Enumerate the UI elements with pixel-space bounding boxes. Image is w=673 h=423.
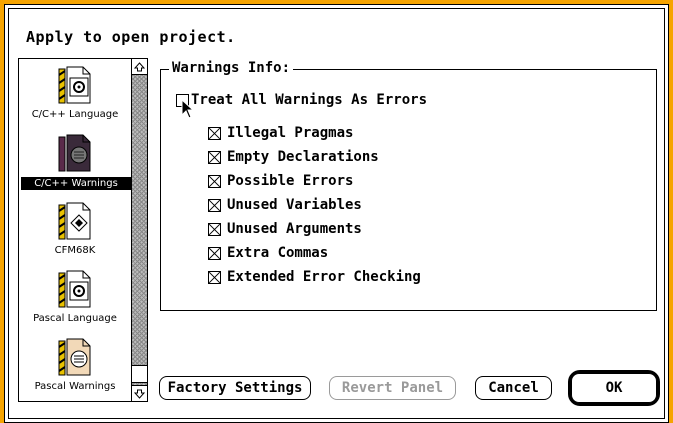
panel-item-label: C/C++ Language bbox=[31, 109, 119, 120]
dialog-heading: Apply to open project. bbox=[26, 28, 236, 46]
list-doc-icon bbox=[57, 337, 93, 377]
diamond-doc-icon bbox=[57, 201, 93, 241]
warnings-doc-icon bbox=[57, 133, 93, 173]
checkbox[interactable] bbox=[208, 246, 221, 260]
scroll-down-arrow-icon[interactable] bbox=[132, 385, 147, 401]
checkbox[interactable] bbox=[208, 174, 221, 188]
option-possible-errors[interactable]: Possible Errors bbox=[208, 173, 353, 189]
panel-item-label: CFM68K bbox=[54, 245, 96, 256]
mouse-pointer-icon bbox=[181, 98, 195, 119]
option-label: Treat All Warnings As Errors bbox=[191, 92, 428, 108]
option-label: Empty Declarations bbox=[227, 149, 379, 165]
option-label: Unused Arguments bbox=[227, 221, 362, 237]
checkbox[interactable] bbox=[208, 126, 221, 140]
option-unused-arguments[interactable]: Unused Arguments bbox=[208, 221, 362, 237]
option-label: Possible Errors bbox=[227, 173, 354, 189]
scroll-up-arrow-icon[interactable] bbox=[132, 59, 147, 75]
checkbox[interactable] bbox=[208, 198, 221, 212]
group-title: Warnings Info: bbox=[169, 60, 294, 76]
checkbox[interactable] bbox=[208, 270, 221, 284]
scroll-thumb[interactable] bbox=[132, 365, 147, 383]
revert-panel-button[interactable]: Revert Panel bbox=[329, 376, 456, 400]
option-extra-commas[interactable]: Extra Commas bbox=[208, 245, 328, 261]
option-label: Extra Commas bbox=[227, 245, 329, 261]
option-label: Unused Variables bbox=[227, 197, 362, 213]
option-unused-variables[interactable]: Unused Variables bbox=[208, 197, 362, 213]
option-label: Illegal Pragmas bbox=[227, 125, 354, 141]
ok-button-default-ring: OK bbox=[568, 370, 660, 406]
panel-item-label: Pascal Language bbox=[33, 313, 117, 324]
cancel-button[interactable]: Cancel bbox=[475, 376, 552, 400]
option-illegal-pragmas[interactable]: Illegal Pragmas bbox=[208, 125, 353, 141]
panel-item-cfm68k[interactable]: CFM68K bbox=[19, 197, 131, 267]
panel-item-cpp-warnings[interactable]: C/C++ Warnings bbox=[19, 129, 131, 199]
option-label: Extended Error Checking bbox=[227, 269, 421, 285]
treat-all-warnings-option[interactable]: Treat All Warnings As Errors bbox=[176, 92, 427, 108]
checkbox[interactable] bbox=[208, 150, 221, 164]
panel-item-cpp-language[interactable]: C/C++ Language bbox=[19, 61, 131, 131]
panel-item-pascal-warnings[interactable]: Pascal Warnings bbox=[19, 333, 131, 401]
ok-button[interactable]: OK bbox=[571, 373, 657, 403]
gear-doc-icon bbox=[57, 269, 93, 309]
panel-list-scrollbar[interactable] bbox=[131, 59, 147, 401]
panel-item-label: Pascal Warnings bbox=[34, 381, 116, 392]
panel-list: C/C++ Language C/C++ Warnings CFM68K Pas… bbox=[18, 58, 148, 402]
option-extended-error-checking[interactable]: Extended Error Checking bbox=[208, 269, 421, 285]
panel-item-label: C/C++ Warnings bbox=[21, 177, 131, 190]
gear-doc-icon bbox=[57, 65, 93, 105]
checkbox[interactable] bbox=[208, 222, 221, 236]
option-empty-declarations[interactable]: Empty Declarations bbox=[208, 149, 379, 165]
panel-item-pascal-language[interactable]: Pascal Language bbox=[19, 265, 131, 335]
panel-list-items: C/C++ Language C/C++ Warnings CFM68K Pas… bbox=[19, 59, 131, 401]
factory-settings-button[interactable]: Factory Settings bbox=[159, 376, 311, 400]
